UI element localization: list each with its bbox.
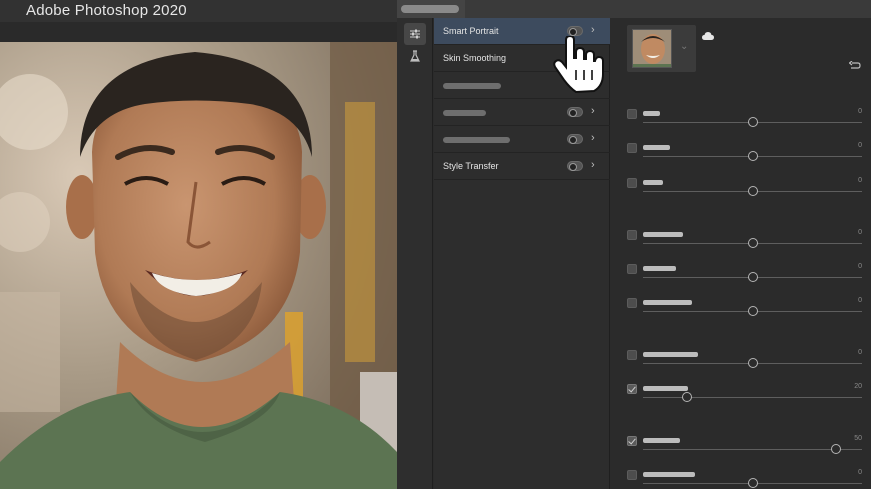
filter-settings-panel: ⌄ 0 0 0 0 0 0 0 20 50 0	[611, 18, 871, 489]
slider-track[interactable]	[643, 397, 862, 398]
reference-image-picker[interactable]: ⌄	[627, 25, 696, 72]
adjustment-slider-row: 0	[626, 297, 866, 324]
filter-row[interactable]: ›	[434, 99, 610, 126]
filter-row-style-transfer[interactable]: Style Transfer ›	[434, 153, 610, 180]
adjustment-value: 0	[858, 469, 862, 476]
adjustment-value: 0	[858, 297, 862, 304]
chevron-right-icon[interactable]: ›	[591, 132, 595, 144]
slider-knob[interactable]	[681, 392, 692, 402]
adjustment-slider-row: 20	[626, 383, 866, 410]
adjustment-label-placeholder	[643, 352, 698, 357]
adjustment-value: 0	[858, 177, 862, 184]
adjustment-value: 20	[854, 383, 862, 390]
filter-toggle[interactable]	[567, 134, 583, 144]
adjustment-label-placeholder	[643, 266, 676, 271]
filter-label: Style Transfer	[443, 161, 499, 171]
adjustment-label-placeholder	[643, 300, 692, 305]
sliders-icon[interactable]	[404, 23, 426, 45]
adjustment-checkbox[interactable]	[627, 264, 637, 274]
adjustment-slider-row: 0	[626, 349, 866, 376]
adjustment-slider-row: 0	[626, 177, 866, 204]
cloud-icon	[702, 27, 714, 45]
reference-thumbnail	[632, 29, 672, 68]
adjustment-value: 0	[858, 142, 862, 149]
app-title: Adobe Photoshop 2020	[26, 2, 187, 19]
reset-icon[interactable]	[848, 58, 861, 76]
filter-label-placeholder	[443, 83, 501, 89]
adjustment-slider-row: 50	[626, 435, 866, 462]
panel-tab-label-placeholder	[401, 5, 459, 13]
filter-label: Smart Portrait	[443, 26, 499, 36]
adjustment-checkbox[interactable]	[627, 178, 637, 188]
adjustment-label-placeholder	[643, 232, 683, 237]
filter-toggle[interactable]	[567, 161, 583, 171]
filter-toggle[interactable]	[567, 107, 583, 117]
adjustment-checkbox[interactable]	[627, 230, 637, 240]
slider-knob[interactable]	[830, 444, 841, 454]
adjustment-label-placeholder	[643, 111, 660, 116]
chevron-down-icon[interactable]: ⌄	[680, 41, 688, 52]
canvas-gutter	[0, 22, 397, 42]
panel-tab[interactable]	[397, 0, 465, 18]
adjustment-value: 0	[858, 349, 862, 356]
slider-knob[interactable]	[747, 238, 758, 248]
adjustment-checkbox[interactable]	[627, 436, 637, 446]
chevron-right-icon[interactable]: ›	[591, 105, 595, 117]
slider-knob[interactable]	[747, 186, 758, 196]
filter-toggle[interactable]	[567, 26, 583, 36]
slider-knob[interactable]	[747, 306, 758, 316]
filter-toolbar	[397, 18, 433, 489]
adjustment-label-placeholder	[643, 472, 695, 477]
chevron-right-icon[interactable]: ›	[591, 159, 595, 171]
panel-header	[397, 0, 871, 18]
slider-knob[interactable]	[747, 151, 758, 161]
adjustment-value: 0	[858, 229, 862, 236]
slider-knob[interactable]	[747, 358, 758, 368]
adjustment-checkbox[interactable]	[627, 298, 637, 308]
adjustment-checkbox[interactable]	[627, 384, 637, 394]
portrait-photo[interactable]	[0, 42, 397, 489]
hand-pointer-icon	[552, 34, 604, 99]
adjustment-slider-row: 0	[626, 469, 866, 489]
adjustment-slider-row: 0	[626, 229, 866, 256]
slider-knob[interactable]	[747, 117, 758, 127]
flask-icon[interactable]	[404, 45, 426, 67]
filter-label-placeholder	[443, 137, 510, 143]
adjustment-slider-row: 0	[626, 142, 866, 169]
adjustment-value: 50	[854, 435, 862, 442]
adjustment-checkbox[interactable]	[627, 143, 637, 153]
filter-label-placeholder	[443, 110, 486, 116]
slider-knob[interactable]	[747, 478, 758, 488]
adjustment-checkbox[interactable]	[627, 350, 637, 360]
adjustment-label-placeholder	[643, 438, 680, 443]
adjustment-slider-row: 0	[626, 108, 866, 135]
adjustment-value: 0	[858, 108, 862, 115]
adjustment-value: 0	[858, 263, 862, 270]
adjustment-label-placeholder	[643, 386, 688, 391]
filter-row[interactable]: ›	[434, 126, 610, 153]
adjustment-label-placeholder	[643, 180, 663, 185]
slider-knob[interactable]	[747, 272, 758, 282]
adjustment-label-placeholder	[643, 145, 670, 150]
adjustment-slider-row: 0	[626, 263, 866, 290]
adjustment-checkbox[interactable]	[627, 109, 637, 119]
slider-track[interactable]	[643, 449, 862, 450]
chevron-right-icon[interactable]: ›	[591, 24, 595, 36]
filter-label: Skin Smoothing	[443, 53, 507, 63]
adjustment-checkbox[interactable]	[627, 470, 637, 480]
title-bar: Adobe Photoshop 2020	[0, 0, 397, 22]
